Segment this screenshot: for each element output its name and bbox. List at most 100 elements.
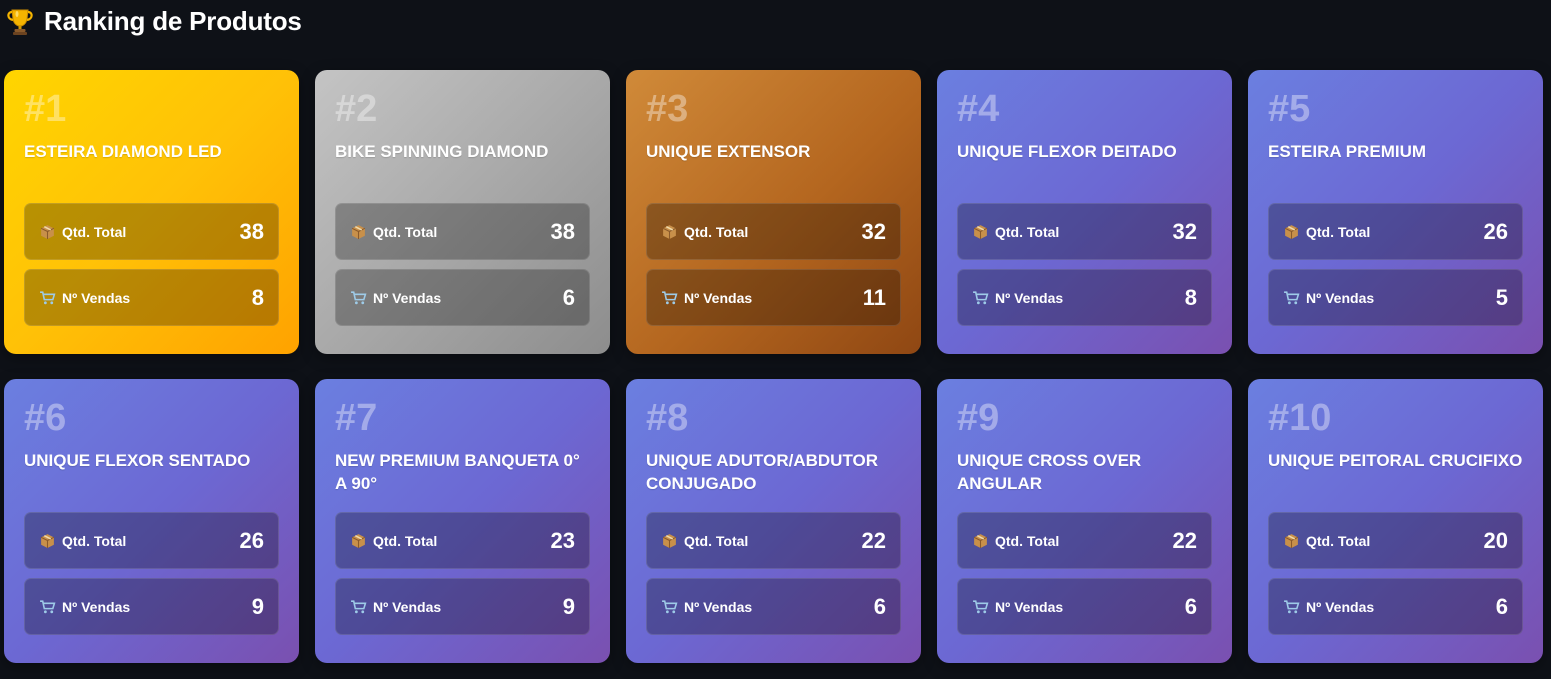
sales-count-stat: Nº Vendas 5 [1268, 269, 1523, 326]
sales-count-stat: Nº Vendas 6 [335, 269, 590, 326]
cart-icon [40, 600, 56, 614]
page-title: Ranking de Produtos [44, 5, 302, 36]
sales-value: 6 [873, 593, 886, 619]
sales-value: 8 [251, 284, 264, 310]
qty-value: 32 [861, 218, 886, 244]
rank-number: #4 [957, 88, 1000, 130]
product-name: UNIQUE EXTENSOR [646, 142, 811, 161]
product-name: ESTEIRA PREMIUM [1268, 142, 1427, 161]
product-card[interactable]: #3 UNIQUE EXTENSOR Qtd. Total 32 Nº Vend… [626, 70, 921, 354]
product-card[interactable]: #8 UNIQUE ADUTOR/ABDUTOR CONJUGADO Qtd. … [626, 379, 921, 663]
package-icon [662, 225, 677, 239]
cart-icon [662, 600, 678, 614]
product-stats: Qtd. Total 26 Nº Vendas 5 [1268, 203, 1523, 326]
cart-icon [351, 291, 367, 305]
product-card[interactable]: #10 UNIQUE PEITORAL CRUCIFIXO Qtd. Total… [1248, 379, 1543, 663]
qty-label: Qtd. Total [373, 223, 438, 240]
sales-label: Nº Vendas [62, 289, 131, 306]
qty-total-stat: Qtd. Total 26 [24, 512, 279, 569]
cart-icon [662, 291, 678, 305]
qty-value: 23 [550, 527, 575, 553]
product-card[interactable]: #5 ESTEIRA PREMIUM Qtd. Total 26 Nº Vend… [1248, 70, 1543, 354]
qty-total-stat: Qtd. Total 23 [335, 512, 590, 569]
qty-total-stat: Qtd. Total 22 [957, 512, 1212, 569]
sales-label: Nº Vendas [373, 289, 442, 306]
sales-count-stat: Nº Vendas 8 [957, 269, 1212, 326]
qty-label: Qtd. Total [995, 532, 1060, 549]
product-card[interactable]: #6 UNIQUE FLEXOR SENTADO Qtd. Total 26 N… [4, 379, 299, 663]
product-stats: Qtd. Total 38 Nº Vendas 6 [335, 203, 590, 326]
sales-value: 6 [1495, 593, 1508, 619]
product-card[interactable]: #2 BIKE SPINNING DIAMOND Qtd. Total 38 N… [315, 70, 610, 354]
sales-label: Nº Vendas [684, 598, 753, 615]
package-icon [973, 225, 988, 239]
page-header: Ranking de Produtos [4, 4, 302, 38]
qty-label: Qtd. Total [62, 532, 127, 549]
rank-number: #1 [24, 88, 67, 130]
product-stats: Qtd. Total 32 Nº Vendas 8 [957, 203, 1212, 326]
sales-label: Nº Vendas [373, 598, 442, 615]
rank-number: #2 [335, 88, 378, 130]
qty-total-stat: Qtd. Total 32 [957, 203, 1212, 260]
product-name: BIKE SPINNING DIAMOND [335, 142, 549, 161]
qty-label: Qtd. Total [62, 223, 127, 240]
qty-value: 38 [239, 218, 264, 244]
package-icon [662, 534, 677, 548]
package-icon [40, 534, 55, 548]
rank-number: #6 [24, 397, 67, 439]
product-stats: Qtd. Total 22 Nº Vendas 6 [957, 512, 1212, 635]
sales-label: Nº Vendas [1306, 598, 1375, 615]
package-icon [1284, 225, 1299, 239]
qty-total-stat: Qtd. Total 32 [646, 203, 901, 260]
sales-label: Nº Vendas [62, 598, 131, 615]
product-name: UNIQUE CROSS OVER ANGULAR [957, 451, 1142, 493]
sales-label: Nº Vendas [684, 289, 753, 306]
sales-value: 9 [562, 593, 575, 619]
cart-icon [973, 600, 989, 614]
package-icon [973, 534, 988, 548]
product-card[interactable]: #9 UNIQUE CROSS OVER ANGULAR Qtd. Total … [937, 379, 1232, 663]
cart-icon [351, 600, 367, 614]
qty-total-stat: Qtd. Total 22 [646, 512, 901, 569]
qty-label: Qtd. Total [1306, 532, 1371, 549]
qty-value: 26 [1483, 218, 1508, 244]
cart-icon [1284, 291, 1300, 305]
sales-value: 11 [862, 284, 886, 310]
product-name: UNIQUE ADUTOR/ABDUTOR CONJUGADO [646, 451, 879, 493]
rank-number: #9 [957, 397, 1000, 439]
product-stats: Qtd. Total 32 Nº Vendas 11 [646, 203, 901, 326]
product-name: UNIQUE FLEXOR DEITADO [957, 142, 1177, 161]
sales-count-stat: Nº Vendas 6 [646, 578, 901, 635]
sales-value: 6 [562, 284, 575, 310]
sales-count-stat: Nº Vendas 11 [646, 269, 901, 326]
qty-total-stat: Qtd. Total 38 [24, 203, 279, 260]
cart-icon [40, 291, 56, 305]
qty-label: Qtd. Total [1306, 223, 1371, 240]
cart-icon [973, 291, 989, 305]
cart-icon [1284, 600, 1300, 614]
product-name: NEW PREMIUM BANQUETA 0° A 90° [335, 451, 580, 493]
sales-count-stat: Nº Vendas 6 [957, 578, 1212, 635]
qty-label: Qtd. Total [684, 223, 749, 240]
sales-value: 6 [1184, 593, 1197, 619]
sales-count-stat: Nº Vendas 8 [24, 269, 279, 326]
qty-label: Qtd. Total [373, 532, 438, 549]
product-card[interactable]: #7 NEW PREMIUM BANQUETA 0° A 90° Qtd. To… [315, 379, 610, 663]
product-stats: Qtd. Total 38 Nº Vendas 8 [24, 203, 279, 326]
rank-number: #10 [1268, 397, 1332, 439]
qty-value: 38 [550, 218, 575, 244]
sales-value: 5 [1495, 284, 1508, 310]
product-ranking-grid: #1 ESTEIRA DIAMOND LED Qtd. Total 38 Nº … [4, 70, 1543, 663]
qty-total-stat: Qtd. Total 26 [1268, 203, 1523, 260]
sales-label: Nº Vendas [995, 289, 1064, 306]
product-card[interactable]: #4 UNIQUE FLEXOR DEITADO Qtd. Total 32 N… [937, 70, 1232, 354]
product-stats: Qtd. Total 22 Nº Vendas 6 [646, 512, 901, 635]
sales-count-stat: Nº Vendas 9 [24, 578, 279, 635]
sales-label: Nº Vendas [995, 598, 1064, 615]
rank-number: #8 [646, 397, 689, 439]
package-icon [351, 534, 366, 548]
product-card[interactable]: #1 ESTEIRA DIAMOND LED Qtd. Total 38 Nº … [4, 70, 299, 354]
package-icon [1284, 534, 1299, 548]
sales-label: Nº Vendas [1306, 289, 1375, 306]
sales-count-stat: Nº Vendas 6 [1268, 578, 1523, 635]
